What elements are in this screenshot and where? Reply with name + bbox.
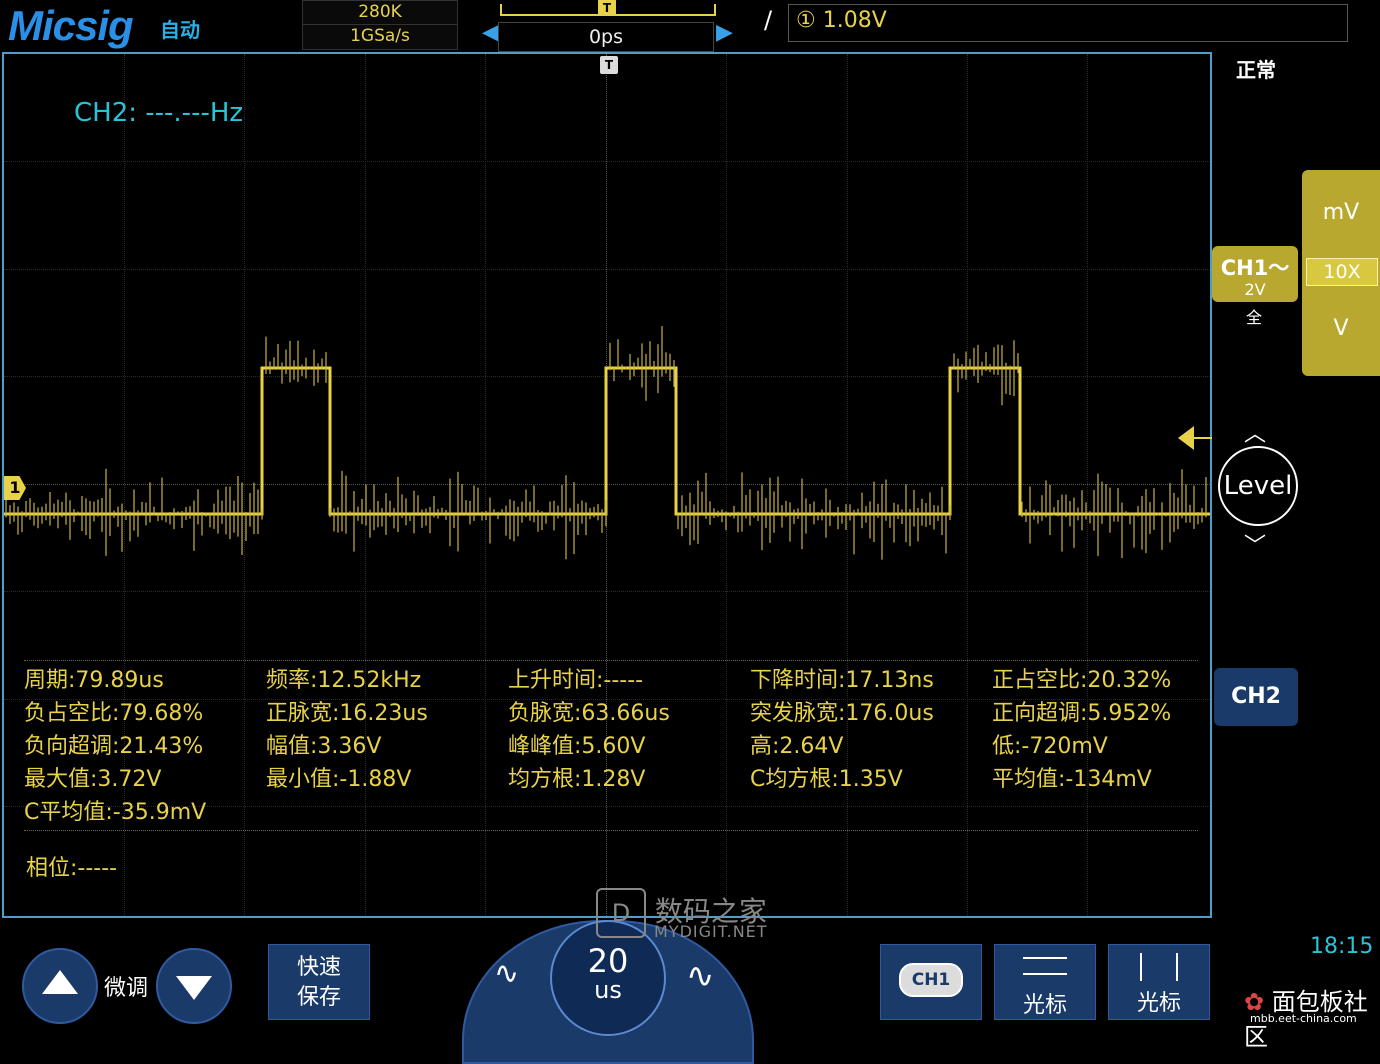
memory-depth: 280K [303,1,457,25]
chevron-down-icon[interactable]: ﹀ [1244,528,1266,560]
measurement-item: 负占空比:79.68% [24,701,204,726]
acquire-mode-label[interactable]: 正常 [1236,54,1276,83]
measurement-item: 平均值:-134mV [992,767,1152,792]
ch1-scale: 2V [1244,280,1266,299]
timebase-value: 20 [587,942,629,980]
sample-info-box[interactable]: 280K 1GSa/s [302,0,458,50]
trigger-time-marker[interactable]: T [600,56,618,74]
trigger-source: ① [796,8,816,33]
clock: 18:15 [1310,934,1374,959]
waveform-display[interactable]: CH2: ---.---Hz T 1 周期:79.89us 频率:12.52kHz… [2,52,1212,918]
arrow-up-icon [42,970,78,994]
measurement-item: 均方根:1.28V [508,767,646,792]
horizontal-cursor-label: 光标 [1022,993,1067,1018]
brand-logo: Micsig [8,2,134,49]
ch1-waveform [4,326,1210,560]
quick-save-label-2: 保存 [296,985,341,1010]
time-right-arrow-icon[interactable]: ▶ [716,20,733,45]
trigger-level-arrow-icon[interactable] [1178,426,1194,450]
ch1-select-button[interactable]: CH1 [880,944,982,1020]
time-left-arrow-icon[interactable]: ◀ [482,20,499,45]
timebase-decrease-icon[interactable]: ∿ [494,956,519,991]
vertical-cursor-icon [1140,953,1178,981]
watermark-mydigit-url: MYDIGIT.NET [654,922,768,941]
ch1-bandwidth: 全 [1246,308,1263,327]
vertical-scale-panel[interactable]: mV 10X V [1302,170,1380,376]
timebase-increase-icon[interactable]: ∿ [686,956,715,996]
measurement-item: 负向超调:21.43% [24,734,204,759]
horizontal-cursor-button[interactable]: 光标 [994,944,1096,1020]
trigger-position-marker[interactable]: T [598,0,616,16]
time-position-readout[interactable]: 0ps [498,22,714,52]
scale-up-unit[interactable]: mV [1302,200,1380,225]
measurement-item: 高:2.64V [750,734,844,759]
measurement-item: C平均值:-35.9mV [24,800,207,825]
measurement-item: C均方根:1.35V [750,767,903,792]
level-button[interactable]: Level [1218,446,1298,526]
sample-rate: 1GSa/s [350,26,410,46]
measurement-item: 峰峰值:5.60V [508,734,646,759]
measurement-item: 突发脉宽:176.0us [750,701,934,726]
scale-down-unit[interactable]: V [1302,316,1380,341]
ch1-channel-tag[interactable]: CH1～ 2V [1212,246,1298,302]
quick-save-label-1: 快速 [296,955,341,980]
chevron-up-icon[interactable]: ︿ [1244,416,1266,448]
measurement-item: 正占空比:20.32% [992,668,1172,693]
measurement-item: 幅值:3.36V [266,734,382,759]
measurement-item: 低:-720mV [992,734,1108,759]
rising-edge-icon[interactable]: ∕ [764,6,772,34]
quick-save-button[interactable]: 快速 保存 [268,944,370,1020]
timebase-unit: us [594,976,622,1004]
ch1-stack-icon: CH1 [899,963,963,997]
fine-adjust-label: 微调 [104,976,149,1001]
ch1-name: CH1～ [1220,256,1290,280]
mydigit-logo-icon: D [596,888,646,938]
ch2-button[interactable]: CH2 [1214,668,1298,726]
measurement-item: 下降时间:17.13ns [750,668,934,693]
fine-down-button[interactable] [156,948,232,1024]
measurement-item: 频率:12.52kHz [266,668,422,693]
vertical-cursor-label: 光标 [1136,991,1181,1016]
horizontal-cursor-icon [1023,957,1067,975]
vertical-cursor-button[interactable]: 光标 [1108,944,1210,1020]
phase-readout: 相位:----- [26,856,118,881]
measurement-item: 上升时间:----- [508,668,644,693]
trigger-level: 1.08V [822,8,887,33]
trigger-level-line [1194,437,1212,439]
arrow-down-icon [176,976,212,1000]
measurement-item: 最大值:3.72V [24,767,162,792]
measure-divider [24,830,1198,831]
measurement-item: 正向超调:5.952% [992,701,1172,726]
measurement-item: 周期:79.89us [24,668,164,693]
fine-up-button[interactable] [22,948,98,1024]
measure-divider [24,660,1198,661]
measurement-item: 最小值:-1.88V [266,767,412,792]
measurement-item: 正脉宽:16.23us [266,701,428,726]
acquisition-mode[interactable]: 自动 [160,14,200,43]
measurement-item: 负脉宽:63.66us [508,701,670,726]
trigger-level-readout: ① 1.08V [796,8,887,33]
ch2-frequency-readout: CH2: ---.---Hz [74,98,244,128]
probe-ratio[interactable]: 10X [1306,258,1378,286]
watermark-mbb-url: mbb.eet-china.com [1250,1012,1357,1025]
